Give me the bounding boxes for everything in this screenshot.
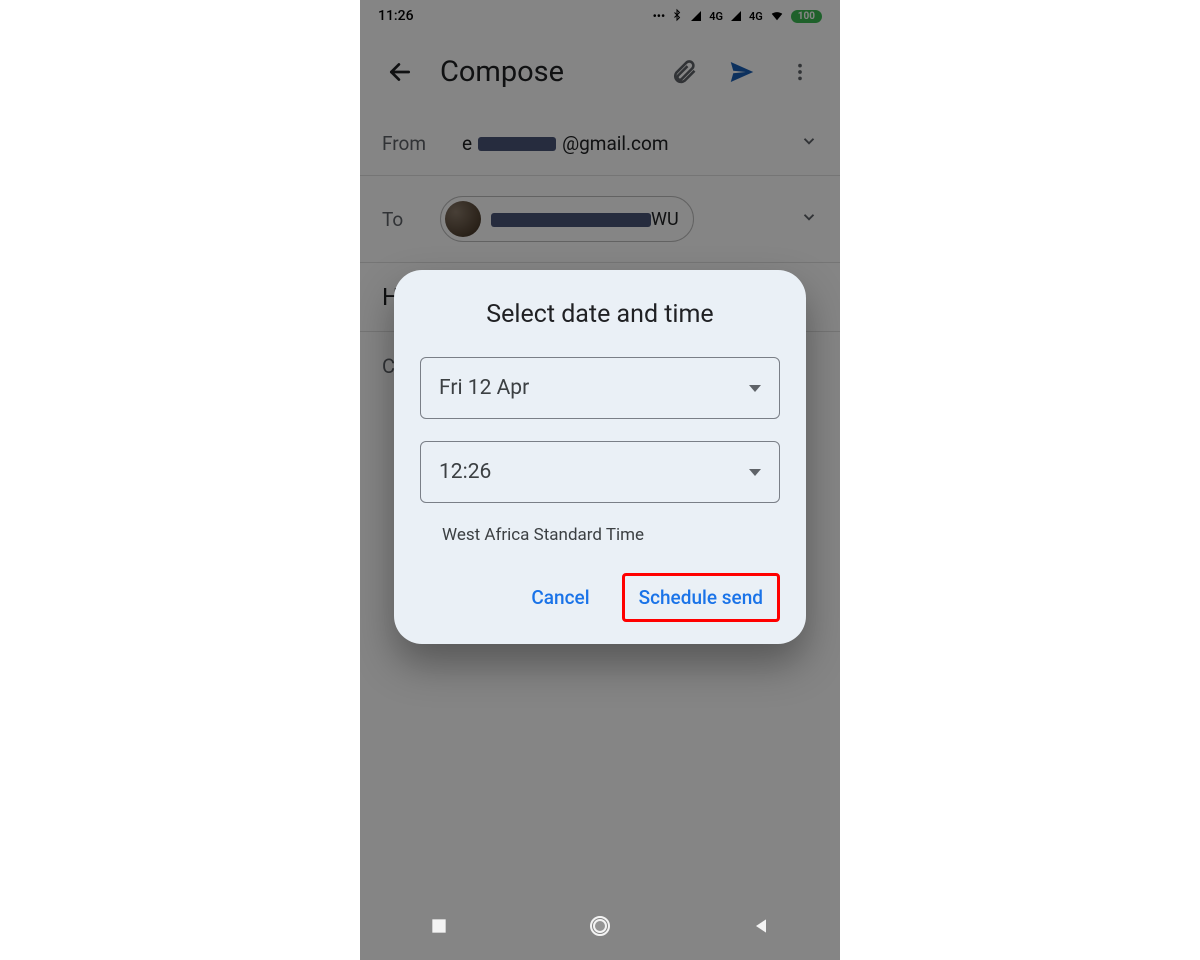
nav-home-button[interactable] bbox=[588, 914, 612, 942]
date-value: Fri 12 Apr bbox=[439, 376, 529, 400]
triangle-left-icon bbox=[751, 916, 771, 936]
square-icon bbox=[429, 916, 449, 936]
circle-icon bbox=[588, 914, 612, 938]
nav-recent-button[interactable] bbox=[429, 916, 449, 940]
dialog-actions: Cancel Schedule send bbox=[420, 573, 780, 622]
phone-screen: 11:26 ••• 4G 4G 100 Compose bbox=[360, 0, 840, 960]
nav-back-button[interactable] bbox=[751, 916, 771, 940]
navigation-bar bbox=[360, 896, 840, 960]
cancel-button[interactable]: Cancel bbox=[517, 576, 603, 619]
date-picker[interactable]: Fri 12 Apr bbox=[420, 357, 780, 419]
timezone-label: West Africa Standard Time bbox=[420, 525, 780, 545]
dialog-title: Select date and time bbox=[420, 300, 780, 329]
schedule-dialog: Select date and time Fri 12 Apr 12:26 We… bbox=[394, 270, 806, 644]
time-value: 12:26 bbox=[439, 460, 491, 484]
schedule-send-button[interactable]: Schedule send bbox=[622, 573, 780, 622]
caret-down-icon bbox=[749, 385, 761, 392]
time-picker[interactable]: 12:26 bbox=[420, 441, 780, 503]
caret-down-icon bbox=[749, 469, 761, 476]
